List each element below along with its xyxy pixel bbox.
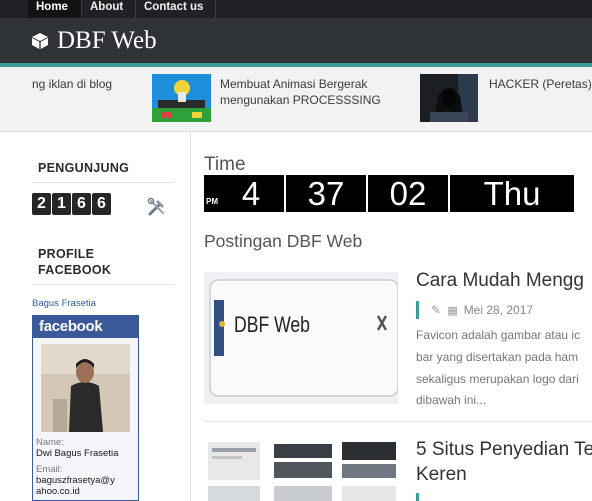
clock-day: Thu	[483, 175, 541, 212]
facebook-profile-link[interactable]: Bagus Frasetia	[32, 298, 96, 309]
post-excerpt-line: sekaligus merupakan logo dari	[416, 372, 579, 386]
tools-icon[interactable]	[147, 197, 167, 217]
slider-thumb-hacker[interactable]	[420, 74, 478, 122]
post-meta: ✎ ▦ Mei 28, 2017	[416, 301, 533, 319]
post-excerpt-line: Favicon adalah gambar atau ic	[416, 328, 581, 342]
profile-photo	[41, 344, 130, 432]
slider-caption-1[interactable]: ng iklan di blog	[32, 76, 112, 92]
email-label: Email:	[36, 464, 63, 475]
site-header: DBF Web	[0, 18, 592, 63]
email-value-line1: baguszfrasetya@y	[36, 475, 115, 486]
slider-caption-2-line2[interactable]: mengunakan PROCESSSING	[220, 92, 381, 108]
nav-contact[interactable]: Contact us	[136, 0, 216, 18]
post-excerpt-line: bar yang disertakan pada ham	[416, 350, 579, 364]
slider-caption-2-line1[interactable]: Membuat Animasi Bergerak	[220, 76, 367, 92]
featured-slider: ng iklan di blog Membuat Animasi Bergera…	[0, 67, 592, 132]
calendar-icon: ▦	[447, 305, 458, 317]
slider-caption-3[interactable]: HACKER (Peretas)	[489, 76, 592, 92]
clock-title: Time	[204, 154, 246, 175]
clock-widget: PM 4 37 02 Thu	[204, 175, 574, 212]
clock-second: 02	[389, 175, 427, 212]
nav-about[interactable]: About	[82, 0, 136, 18]
email-value-line2: ahoo.co.id	[36, 486, 80, 497]
counter-digit: 2	[32, 193, 51, 215]
visitors-widget-title: PENGUNJUNG	[38, 161, 130, 175]
facebook-widget-title-line1: PROFILE	[38, 247, 95, 261]
counter-digit: 1	[52, 193, 71, 215]
counter-digit: 6	[92, 193, 111, 215]
cube-icon	[32, 33, 48, 49]
facebook-widget-title-line2: FACEBOOK	[38, 263, 112, 277]
clock-hour: 4	[241, 175, 261, 212]
facebook-badge-header: facebook	[33, 316, 138, 338]
site-title[interactable]: DBF Web	[57, 26, 157, 56]
post-divider	[204, 421, 592, 422]
post-date: Mei 28, 2017	[463, 303, 534, 317]
post-thumbnail[interactable]: DBF Web	[204, 272, 398, 404]
post-thumbnail[interactable]	[204, 440, 398, 501]
top-nav: Home About Contact us	[0, 0, 592, 18]
post-title[interactable]: Cara Mudah Mengg	[416, 268, 584, 293]
name-value: Dwi Bagus Frasetia	[36, 448, 119, 459]
post-thumbnail-text: DBF Web	[234, 312, 310, 337]
slider-thumb-animation[interactable]	[152, 74, 211, 122]
widget-divider	[32, 182, 174, 183]
clock-minute: 37	[307, 175, 345, 212]
facebook-badge[interactable]: facebook Name: Dwi Bagus Frasetia Email:…	[32, 315, 139, 501]
post-title-line1[interactable]: 5 Situs Penyedian Te	[416, 437, 592, 462]
post-title-line2[interactable]: Keren	[416, 462, 467, 487]
nav-home[interactable]: Home	[28, 0, 82, 18]
name-label: Name:	[36, 437, 64, 448]
widget-divider	[32, 284, 174, 285]
counter-digit: 6	[72, 193, 91, 215]
post-excerpt-line: dibawah ini...	[416, 393, 487, 407]
edit-icon[interactable]: ✎	[431, 301, 444, 319]
posts-section-title: Postingan DBF Web	[204, 231, 363, 251]
post-meta-accent	[416, 493, 419, 501]
